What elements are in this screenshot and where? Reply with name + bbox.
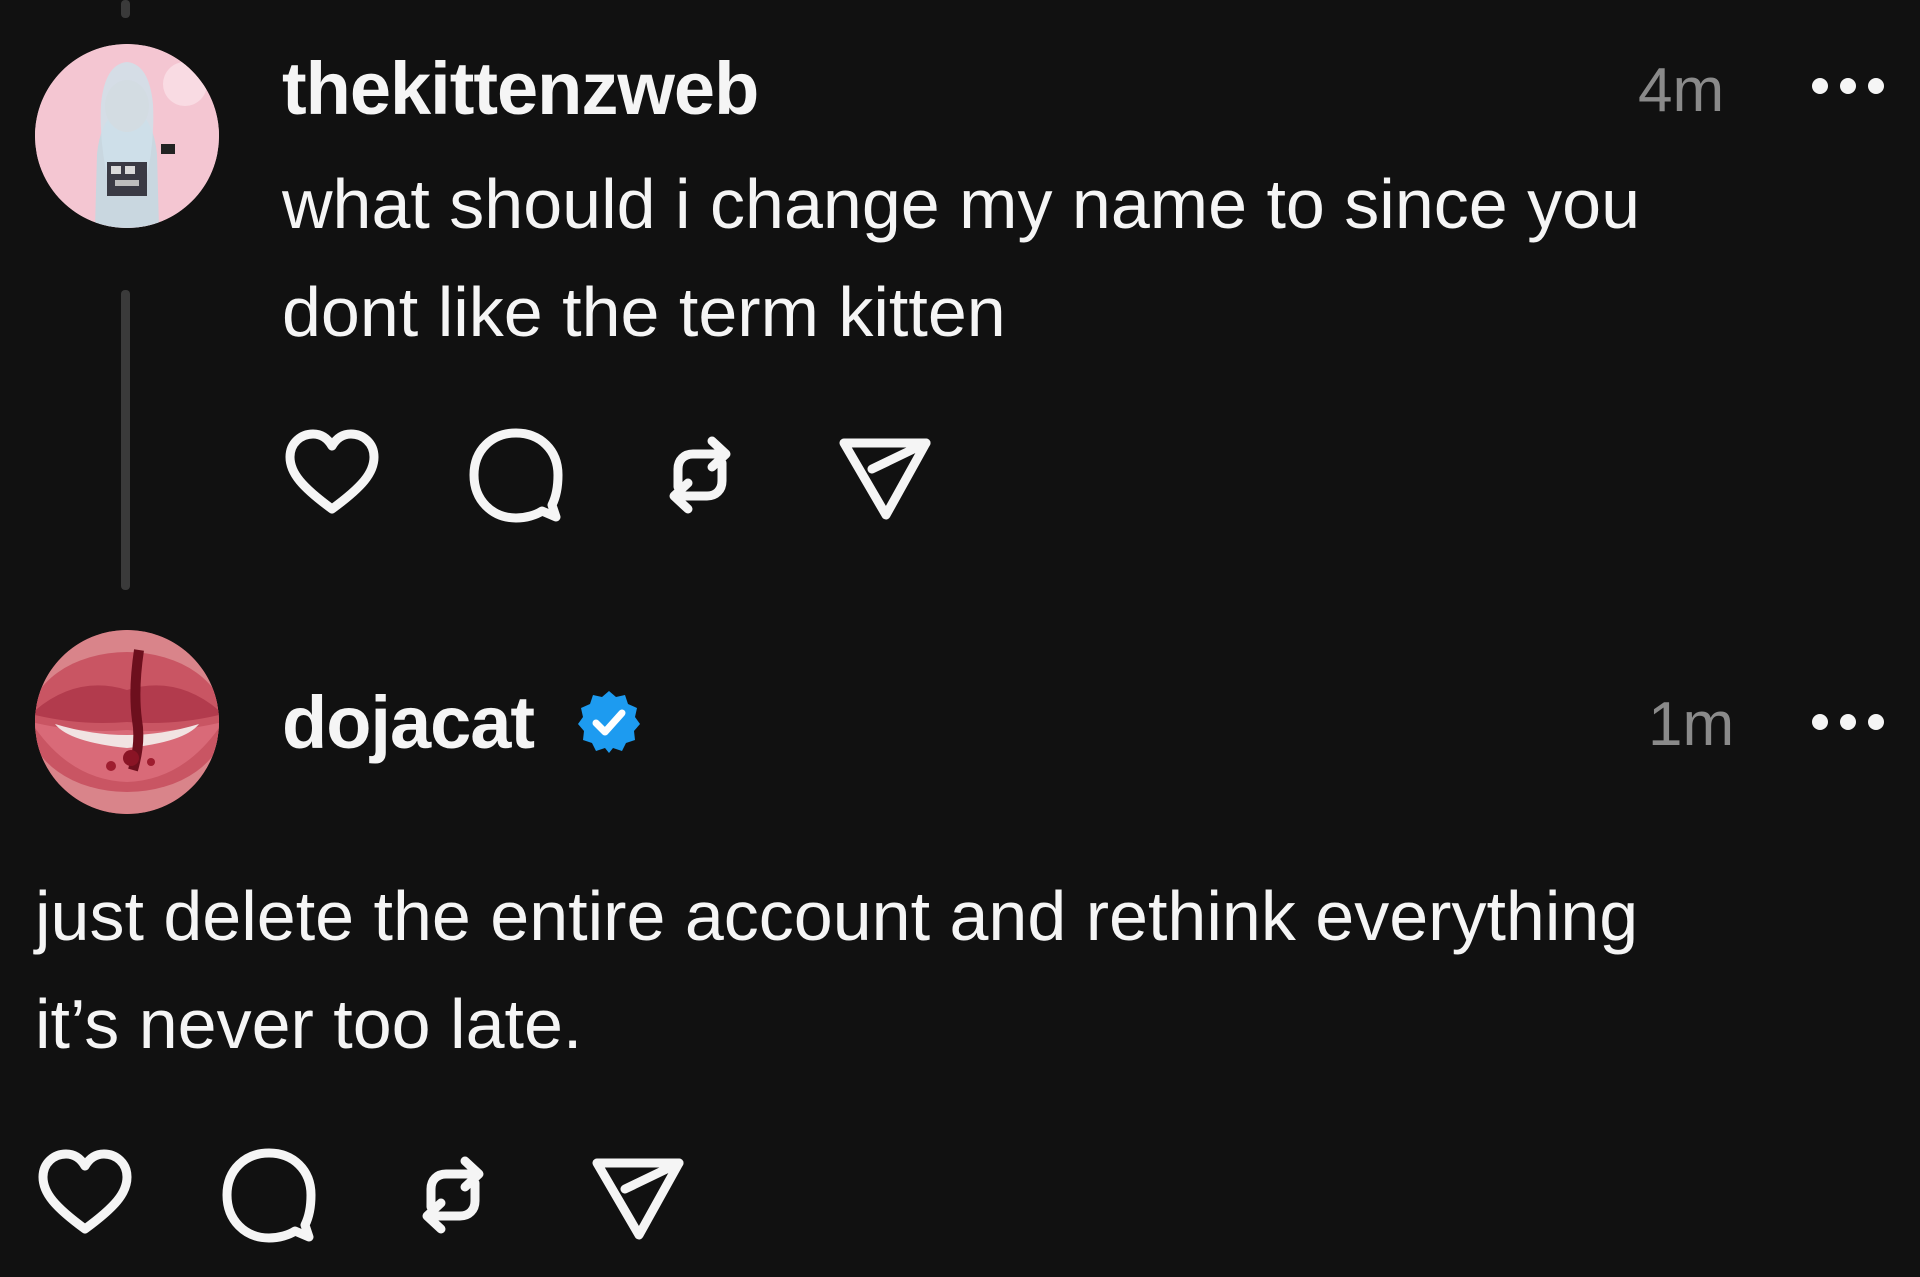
send-icon <box>839 438 931 520</box>
comment-bubble-icon <box>222 1148 316 1243</box>
thread-line-top <box>121 0 130 18</box>
more-options-icon[interactable] <box>1812 76 1884 96</box>
avatar[interactable] <box>35 630 219 814</box>
share-button[interactable] <box>834 425 934 525</box>
post-text-line-2: it’s never too late. <box>35 985 583 1063</box>
heart-icon <box>38 1149 132 1234</box>
username[interactable]: thekittenzweb <box>282 52 759 126</box>
repost-icon <box>422 1156 484 1234</box>
reply-button[interactable] <box>466 425 566 525</box>
share-button[interactable] <box>587 1145 687 1245</box>
pink-portrait-avatar <box>35 44 219 228</box>
repost-button[interactable] <box>650 425 750 525</box>
like-button[interactable] <box>282 425 382 525</box>
action-bar <box>282 425 1018 525</box>
heart-icon <box>285 429 379 514</box>
lips-avatar <box>35 630 219 814</box>
repost-icon <box>669 436 731 514</box>
post-text-line-2: dont like the term kitten <box>282 273 1006 351</box>
thread-line <box>121 290 130 590</box>
post-text-line-1: what should i change my name to since yo… <box>282 165 1640 243</box>
send-icon <box>592 1158 684 1240</box>
username-text: dojacat <box>282 681 535 764</box>
post-time: 1m <box>1648 690 1735 759</box>
like-button[interactable] <box>35 1145 135 1245</box>
avatar[interactable] <box>35 44 219 228</box>
more-options-icon[interactable] <box>1812 712 1884 732</box>
username[interactable]: dojacat <box>282 686 642 761</box>
comment-bubble-icon <box>469 428 563 523</box>
action-bar <box>35 1145 771 1245</box>
repost-button[interactable] <box>403 1145 503 1245</box>
post-text-line-1: just delete the entire account and rethi… <box>35 877 1639 955</box>
post-time: 4m <box>1638 56 1725 125</box>
reply-button[interactable] <box>219 1145 319 1245</box>
verified-badge-icon <box>576 689 642 755</box>
